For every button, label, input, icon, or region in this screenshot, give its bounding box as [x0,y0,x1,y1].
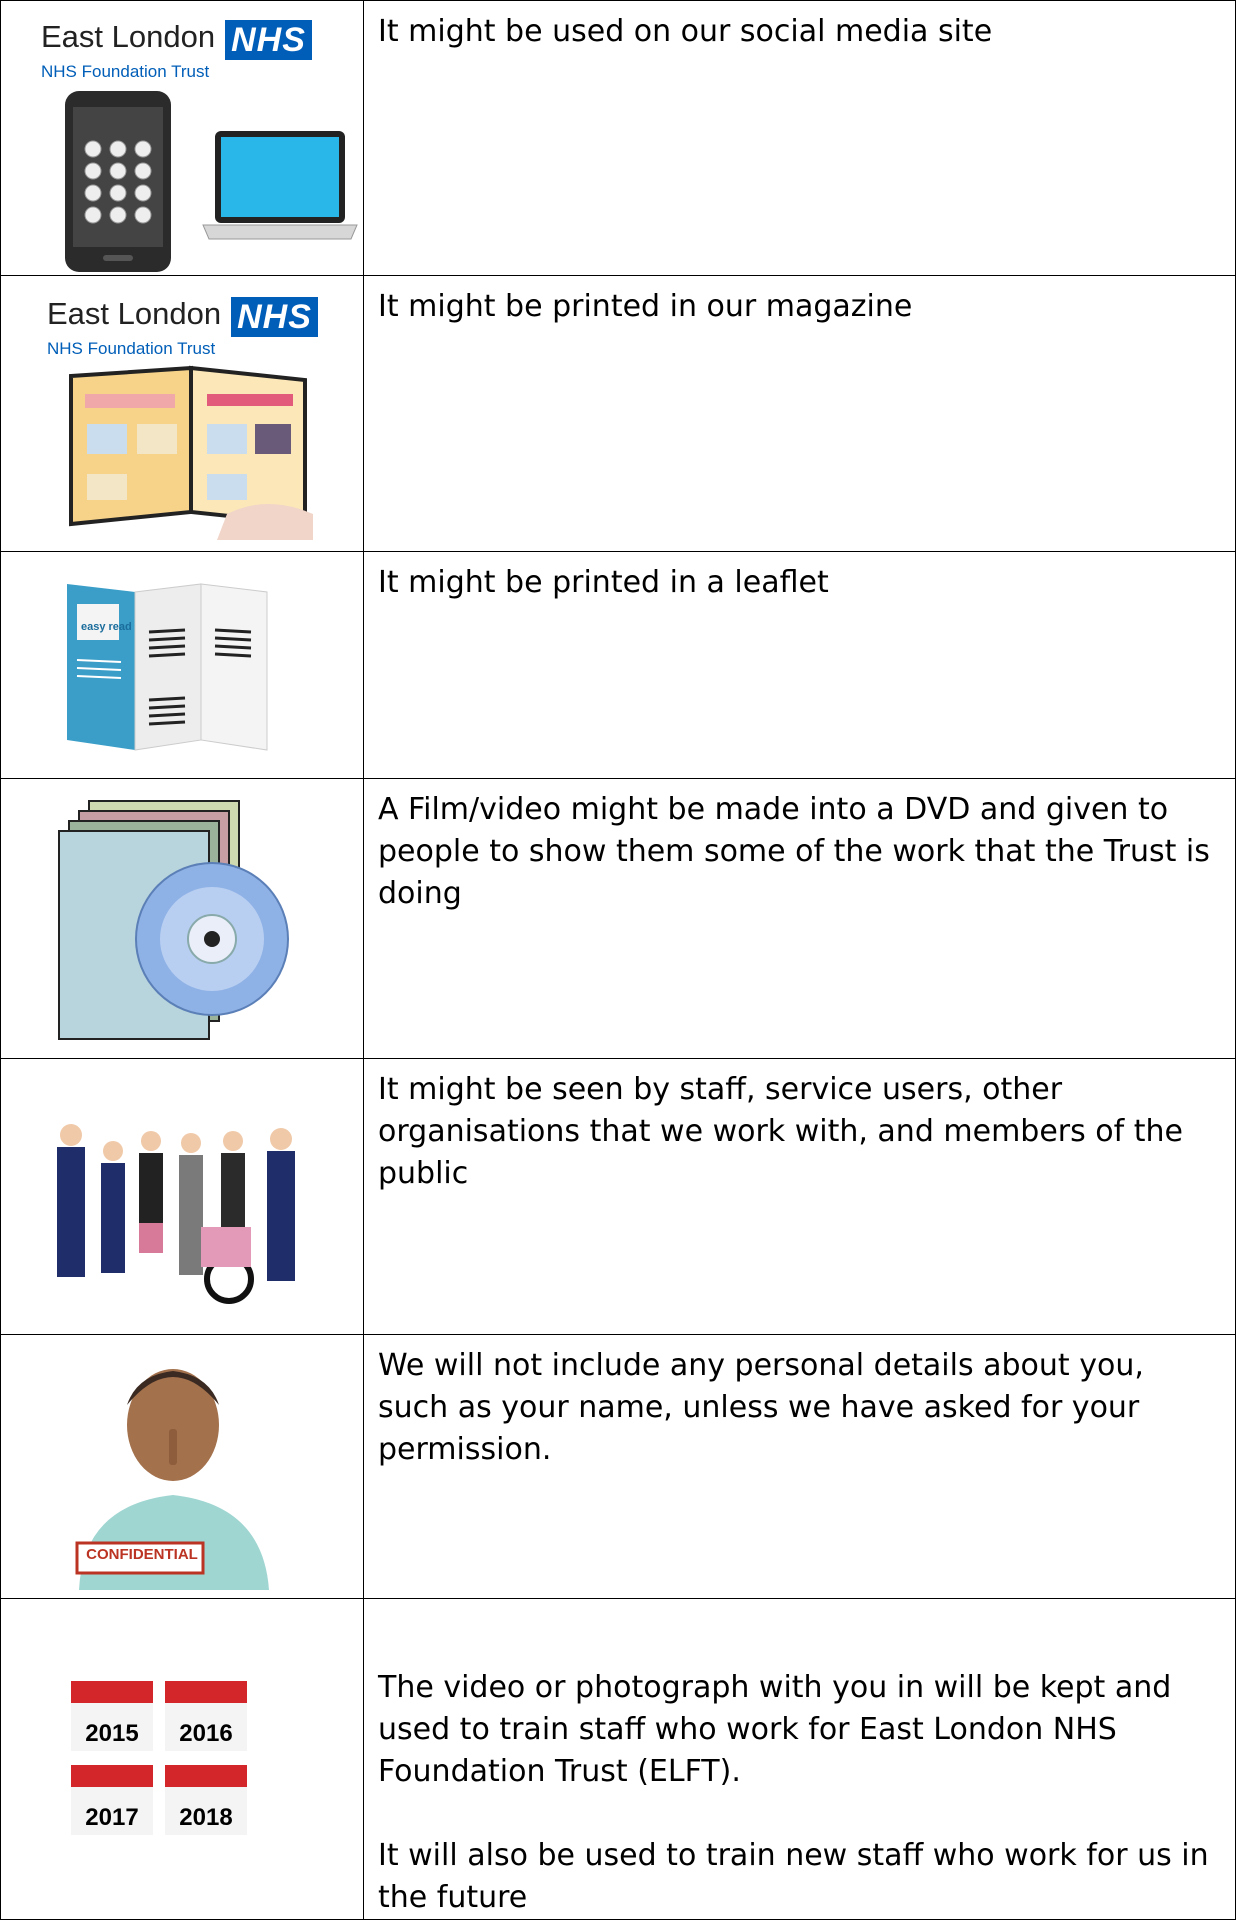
row-text: A Film/video might be made into a DVD an… [378,792,1210,911]
row-text-cell: A Film/video might be made into a DVD an… [363,778,1236,1059]
row-text-cell: It might be printed in a leaflet [363,551,1236,779]
logo-subtitle: NHS Foundation Trust [41,62,210,81]
table-row: easy read It might be printed in a leafl… [0,551,1236,779]
calendar-icon: 2016 [165,1681,247,1751]
image-cell: 2015 2016 2017 2018 [0,1598,364,1920]
row-text-cell: It might be seen by staff, service users… [363,1058,1236,1335]
row-text-cell: We will not include any personal details… [363,1334,1236,1599]
table-row: East London NHS NHS Foundation Trust It m… [0,275,1236,552]
people-group-icon [57,1124,295,1304]
image-cell: East London NHS NHS Foundation Trust [0,0,364,276]
image-cell: easy read [0,551,364,779]
image-cell [0,1058,364,1335]
table-row: CONFIDENTIAL We will not include any per… [0,1334,1236,1599]
nhs-mark: NHS [231,297,318,337]
row-text-cell: The video or photograph with you in will… [363,1598,1236,1920]
confidential-stamp: CONFIDENTIAL [86,1546,198,1563]
image-cell [0,778,364,1059]
nhs-logo: East London NHS NHS Foundation Trust [47,296,318,359]
table-row: 2015 2016 2017 2018 The video or photogr… [0,1598,1236,1920]
year-label: 2017 [85,1804,138,1831]
calendar-icon: 2018 [165,1765,247,1835]
row-text: The video or photograph with you in will… [378,1670,1172,1789]
calendar-icon: 2015 [71,1681,153,1751]
logo-subtitle: NHS Foundation Trust [47,339,216,358]
mobile-phone-icon [65,91,171,272]
row-text-cell: It might be printed in our magazine [363,275,1236,552]
magazine-icon [69,365,313,540]
row-text: It might be seen by staff, service users… [378,1072,1183,1191]
table-row: East London NHS NHS Foundation Trust It … [0,0,1236,276]
logo-org-name: East London [47,296,222,331]
leaflet-icon: easy read [67,583,268,751]
nhs-mark: NHS [225,20,312,60]
row-text: It might be printed in a leaflet [378,565,829,600]
year-label: 2016 [179,1720,232,1747]
dvd-icon [58,800,289,1040]
row-text: It might be printed in our magazine [378,289,913,324]
row-text: It might be used on our social media sit… [378,14,993,49]
calendar-icons: 2015 2016 2017 2018 [71,1681,247,1835]
calendar-icon: 2017 [71,1765,153,1835]
table-row: It might be seen by staff, service users… [0,1058,1236,1335]
easy-read-badge: easy read [81,621,132,633]
easy-read-table: East London NHS NHS Foundation Trust It … [0,0,1236,1920]
year-label: 2018 [179,1804,232,1831]
row-text-secondary: It will also be used to train new staff … [378,1838,1209,1915]
logo-org-name: East London [41,19,216,54]
table-row: A Film/video might be made into a DVD an… [0,778,1236,1059]
nhs-logo: East London NHS NHS Foundation Trust [41,19,312,82]
row-text-cell: It might be used on our social media sit… [363,0,1236,276]
row-text: We will not include any personal details… [378,1348,1144,1467]
image-cell: East London NHS NHS Foundation Trust [0,275,364,552]
image-cell: CONFIDENTIAL [0,1334,364,1599]
laptop-icon [202,131,358,240]
year-label: 2015 [85,1720,138,1747]
